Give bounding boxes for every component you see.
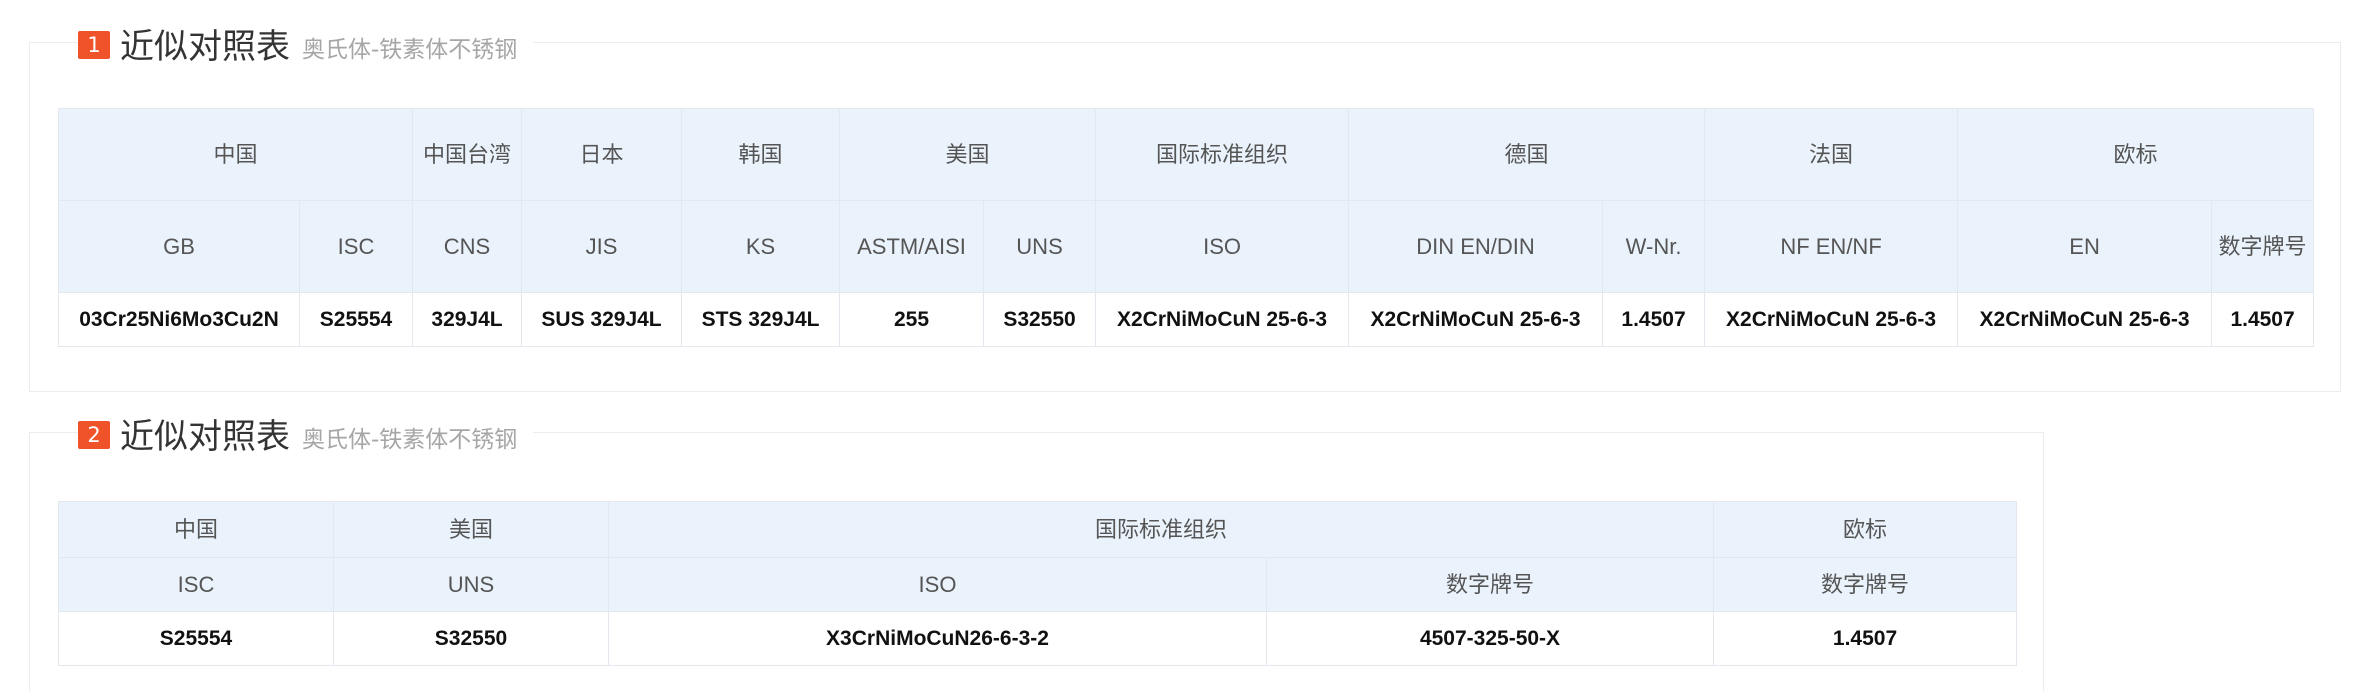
comparison-table-2: 中国 美国 国际标准组织 欧标 ISC UNS ISO 数字牌号 数字牌号 S2…: [58, 501, 2018, 666]
value-cell: S32550: [333, 611, 609, 666]
header-cell: ISO: [608, 557, 1267, 612]
header-cell: 中国: [58, 501, 334, 558]
header-cell: 数字牌号: [1265, 557, 1715, 612]
value-row: S25554 S32550 X3CrNiMoCuN26-6-3-2 4507-3…: [58, 611, 2018, 666]
header-cell: 数字牌号: [1713, 557, 2018, 612]
value-cell: 4507-325-50-X: [1265, 611, 1715, 666]
value-cell: STS 329J4L: [681, 292, 841, 347]
section-header: 2 近似对照表 奥氏体-铁素体不锈钢: [78, 407, 534, 459]
header-cell: CNS: [412, 200, 523, 293]
header-cell: 美国: [839, 108, 1097, 201]
country-header-row: 中国 中国台湾 日本 韩国 美国 国际标准组织 德国 法国 欧标: [57, 108, 2315, 201]
value-cell: 255: [839, 292, 985, 347]
section-number-badge: 2: [78, 421, 110, 449]
header-cell: ISO: [1095, 200, 1350, 293]
standard-header-row: ISC UNS ISO 数字牌号 数字牌号: [58, 557, 2018, 612]
header-cell: 中国: [57, 108, 414, 201]
header-cell: 日本: [521, 108, 683, 201]
value-cell: X2CrNiMoCuN 25-6-3: [1957, 292, 2213, 347]
header-cell: JIS: [521, 200, 683, 293]
header-cell: EN: [1957, 200, 2213, 293]
header-cell: ISC: [58, 557, 334, 612]
section-number-badge: 1: [78, 31, 110, 59]
header-cell: UNS: [983, 200, 1097, 293]
value-cell: X2CrNiMoCuN 25-6-3: [1348, 292, 1604, 347]
value-cell: 329J4L: [412, 292, 523, 347]
header-cell: UNS: [333, 557, 609, 612]
value-cell: S25554: [58, 611, 334, 666]
section-subtitle: 奥氏体-铁素体不锈钢: [302, 37, 518, 63]
value-cell: 1.4507: [2211, 292, 2315, 347]
header-cell: 数字牌号: [2211, 200, 2315, 293]
header-cell: W-Nr.: [1602, 200, 1706, 293]
country-header-row: 中国 美国 国际标准组织 欧标: [58, 501, 2018, 558]
value-cell: S32550: [983, 292, 1097, 347]
value-row: 03Cr25Ni6Mo3Cu2N S25554 329J4L SUS 329J4…: [58, 292, 2315, 347]
header-cell: 德国: [1348, 108, 1706, 201]
comparison-table-1: 中国 中国台湾 日本 韩国 美国 国际标准组织 德国 法国 欧标 GB ISC …: [57, 108, 2315, 347]
header-cell: ASTM/AISI: [839, 200, 985, 293]
value-cell: 1.4507: [1713, 611, 2018, 666]
value-cell: X2CrNiMoCuN 25-6-3: [1704, 292, 1959, 347]
header-cell: NF EN/NF: [1704, 200, 1959, 293]
value-cell: SUS 329J4L: [521, 292, 683, 347]
value-cell: S25554: [298, 292, 414, 347]
header-cell: KS: [681, 200, 841, 293]
header-cell: 欧标: [1957, 108, 2315, 201]
header-cell: ISC: [298, 200, 414, 293]
value-cell: 03Cr25Ni6Mo3Cu2N: [58, 292, 300, 347]
value-cell: X3CrNiMoCuN26-6-3-2: [608, 611, 1267, 666]
section-title: 近似对照表: [120, 26, 290, 67]
header-cell: 中国台湾: [412, 108, 523, 201]
value-cell: 1.4507: [1602, 292, 1706, 347]
section-subtitle: 奥氏体-铁素体不锈钢: [302, 427, 518, 453]
header-cell: GB: [58, 200, 300, 293]
header-cell: 美国: [333, 501, 609, 558]
value-cell: X2CrNiMoCuN 25-6-3: [1095, 292, 1350, 347]
comparison-section-2: 2 近似对照表 奥氏体-铁素体不锈钢 中国 美国 国际标准组织 欧标 ISC U…: [29, 407, 2044, 691]
header-cell: 韩国: [681, 108, 841, 201]
header-cell: 欧标: [1713, 501, 2018, 558]
header-cell: 国际标准组织: [1095, 108, 1350, 201]
header-cell: 国际标准组织: [607, 501, 1715, 558]
section-title: 近似对照表: [120, 416, 290, 457]
standard-header-row: GB ISC CNS JIS KS ASTM/AISI UNS ISO DIN …: [58, 200, 2315, 293]
header-cell: 法国: [1704, 108, 1959, 201]
header-cell: DIN EN/DIN: [1348, 200, 1604, 293]
section-header: 1 近似对照表 奥氏体-铁素体不锈钢: [78, 17, 534, 69]
comparison-section-1: 1 近似对照表 奥氏体-铁素体不锈钢 中国 中国台湾 日本 韩国 美国 国际标准…: [29, 17, 2341, 392]
